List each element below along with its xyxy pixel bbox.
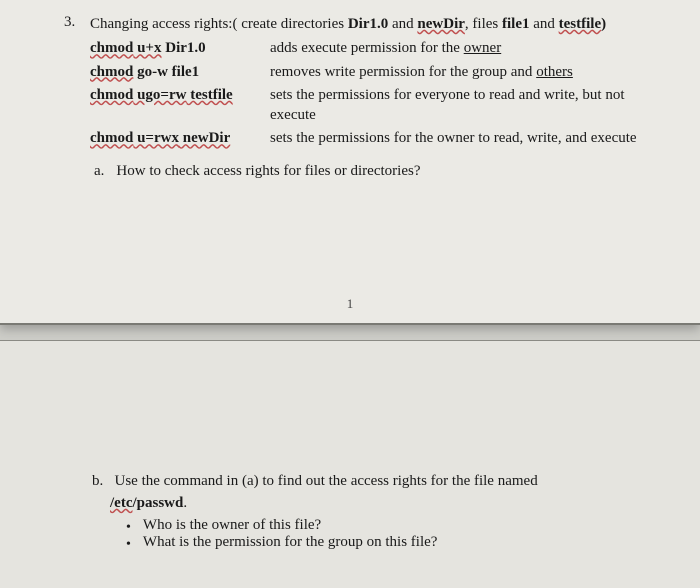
list-item: • What is the permission for the group o… <box>126 534 648 551</box>
dir1-name: Dir1.0 <box>348 16 388 32</box>
cmd-arg: u+x <box>133 40 161 56</box>
command-cell: chmod u=rwx newDir <box>90 128 260 148</box>
desc-cell: removes write permission for the group a… <box>270 62 654 82</box>
cmd-arg: u=rwx <box>133 130 179 146</box>
bottom-sheet: b. Use the command in (a) to find out th… <box>0 340 700 588</box>
heading-text: and <box>388 16 417 32</box>
sub-question-a: a. How to check access rights for files … <box>94 163 654 180</box>
path-seg: /passwd <box>132 495 183 511</box>
bullet-icon: • <box>126 538 131 552</box>
desc-cell: sets the permissions for the owner to re… <box>270 128 654 148</box>
cmd-name: chmod <box>90 64 133 80</box>
cmd-arg: go-w <box>133 64 171 80</box>
desc-underline: others <box>536 64 573 80</box>
list-item: • Who is the owner of this file? <box>126 517 648 534</box>
desc-text: sets the permissions for the owner to re… <box>270 130 637 146</box>
cmd-target: testfile <box>186 87 232 103</box>
file1-name: file1 <box>502 16 530 32</box>
desc-text: adds execute permission for the <box>270 40 464 56</box>
heading-text: , files <box>465 16 502 32</box>
sub-label: b. <box>92 473 103 489</box>
sub-label: a. <box>94 163 104 180</box>
path-text: /etc/passwd. <box>110 495 187 511</box>
desc-cell: sets the permissions for everyone to rea… <box>270 85 654 126</box>
command-table: chmod u+x Dir1.0 adds execute permission… <box>90 38 654 148</box>
bullet-list: • Who is the owner of this file? • What … <box>126 517 648 551</box>
bullet-text: Who is the owner of this file? <box>143 517 321 534</box>
command-cell: chmod u+x Dir1.0 <box>90 38 260 58</box>
worksheet-page: 3. Changing access rights:( create direc… <box>0 0 700 588</box>
sub-text: How to check access rights for files or … <box>116 163 420 180</box>
dir2-name: newDir <box>417 16 465 32</box>
bullet-icon: • <box>126 521 131 535</box>
command-cell: chmod go-w file1 <box>90 62 260 82</box>
sub-text: Use the command in (a) to find out the a… <box>115 473 538 489</box>
file2-name: testfile <box>559 16 601 32</box>
desc-cell: adds execute permission for the owner <box>270 38 654 58</box>
heading-text: Changing access rights:( create director… <box>90 16 348 32</box>
cmd-target: Dir1.0 <box>161 40 205 56</box>
cmd-target: newDir <box>179 130 230 146</box>
desc-text: removes write permission for the group a… <box>270 64 536 80</box>
desc-underline: owner <box>464 40 502 56</box>
cmd-name: chmod <box>90 130 133 146</box>
path-seg: /etc <box>110 495 132 511</box>
sub-question-b: b. Use the command in (a) to find out th… <box>92 471 648 515</box>
bullet-text: What is the permission for the group on … <box>143 534 438 551</box>
cmd-name: chmod <box>90 40 133 56</box>
desc-text: sets the permissions for everyone to rea… <box>270 87 625 123</box>
cmd-target: file1 <box>172 64 200 80</box>
question-heading: Changing access rights:( create director… <box>90 14 654 34</box>
path-end: . <box>183 495 187 511</box>
top-sheet: 3. Changing access rights:( create direc… <box>0 0 700 325</box>
item-number: 3. <box>64 14 75 31</box>
cmd-name: chmod <box>90 87 133 103</box>
heading-text: and <box>529 16 558 32</box>
heading-text: ) <box>601 16 606 32</box>
cmd-arg: ugo=rw <box>133 87 186 103</box>
command-cell: chmod ugo=rw testfile <box>90 85 260 126</box>
page-number: 1 <box>0 296 700 312</box>
